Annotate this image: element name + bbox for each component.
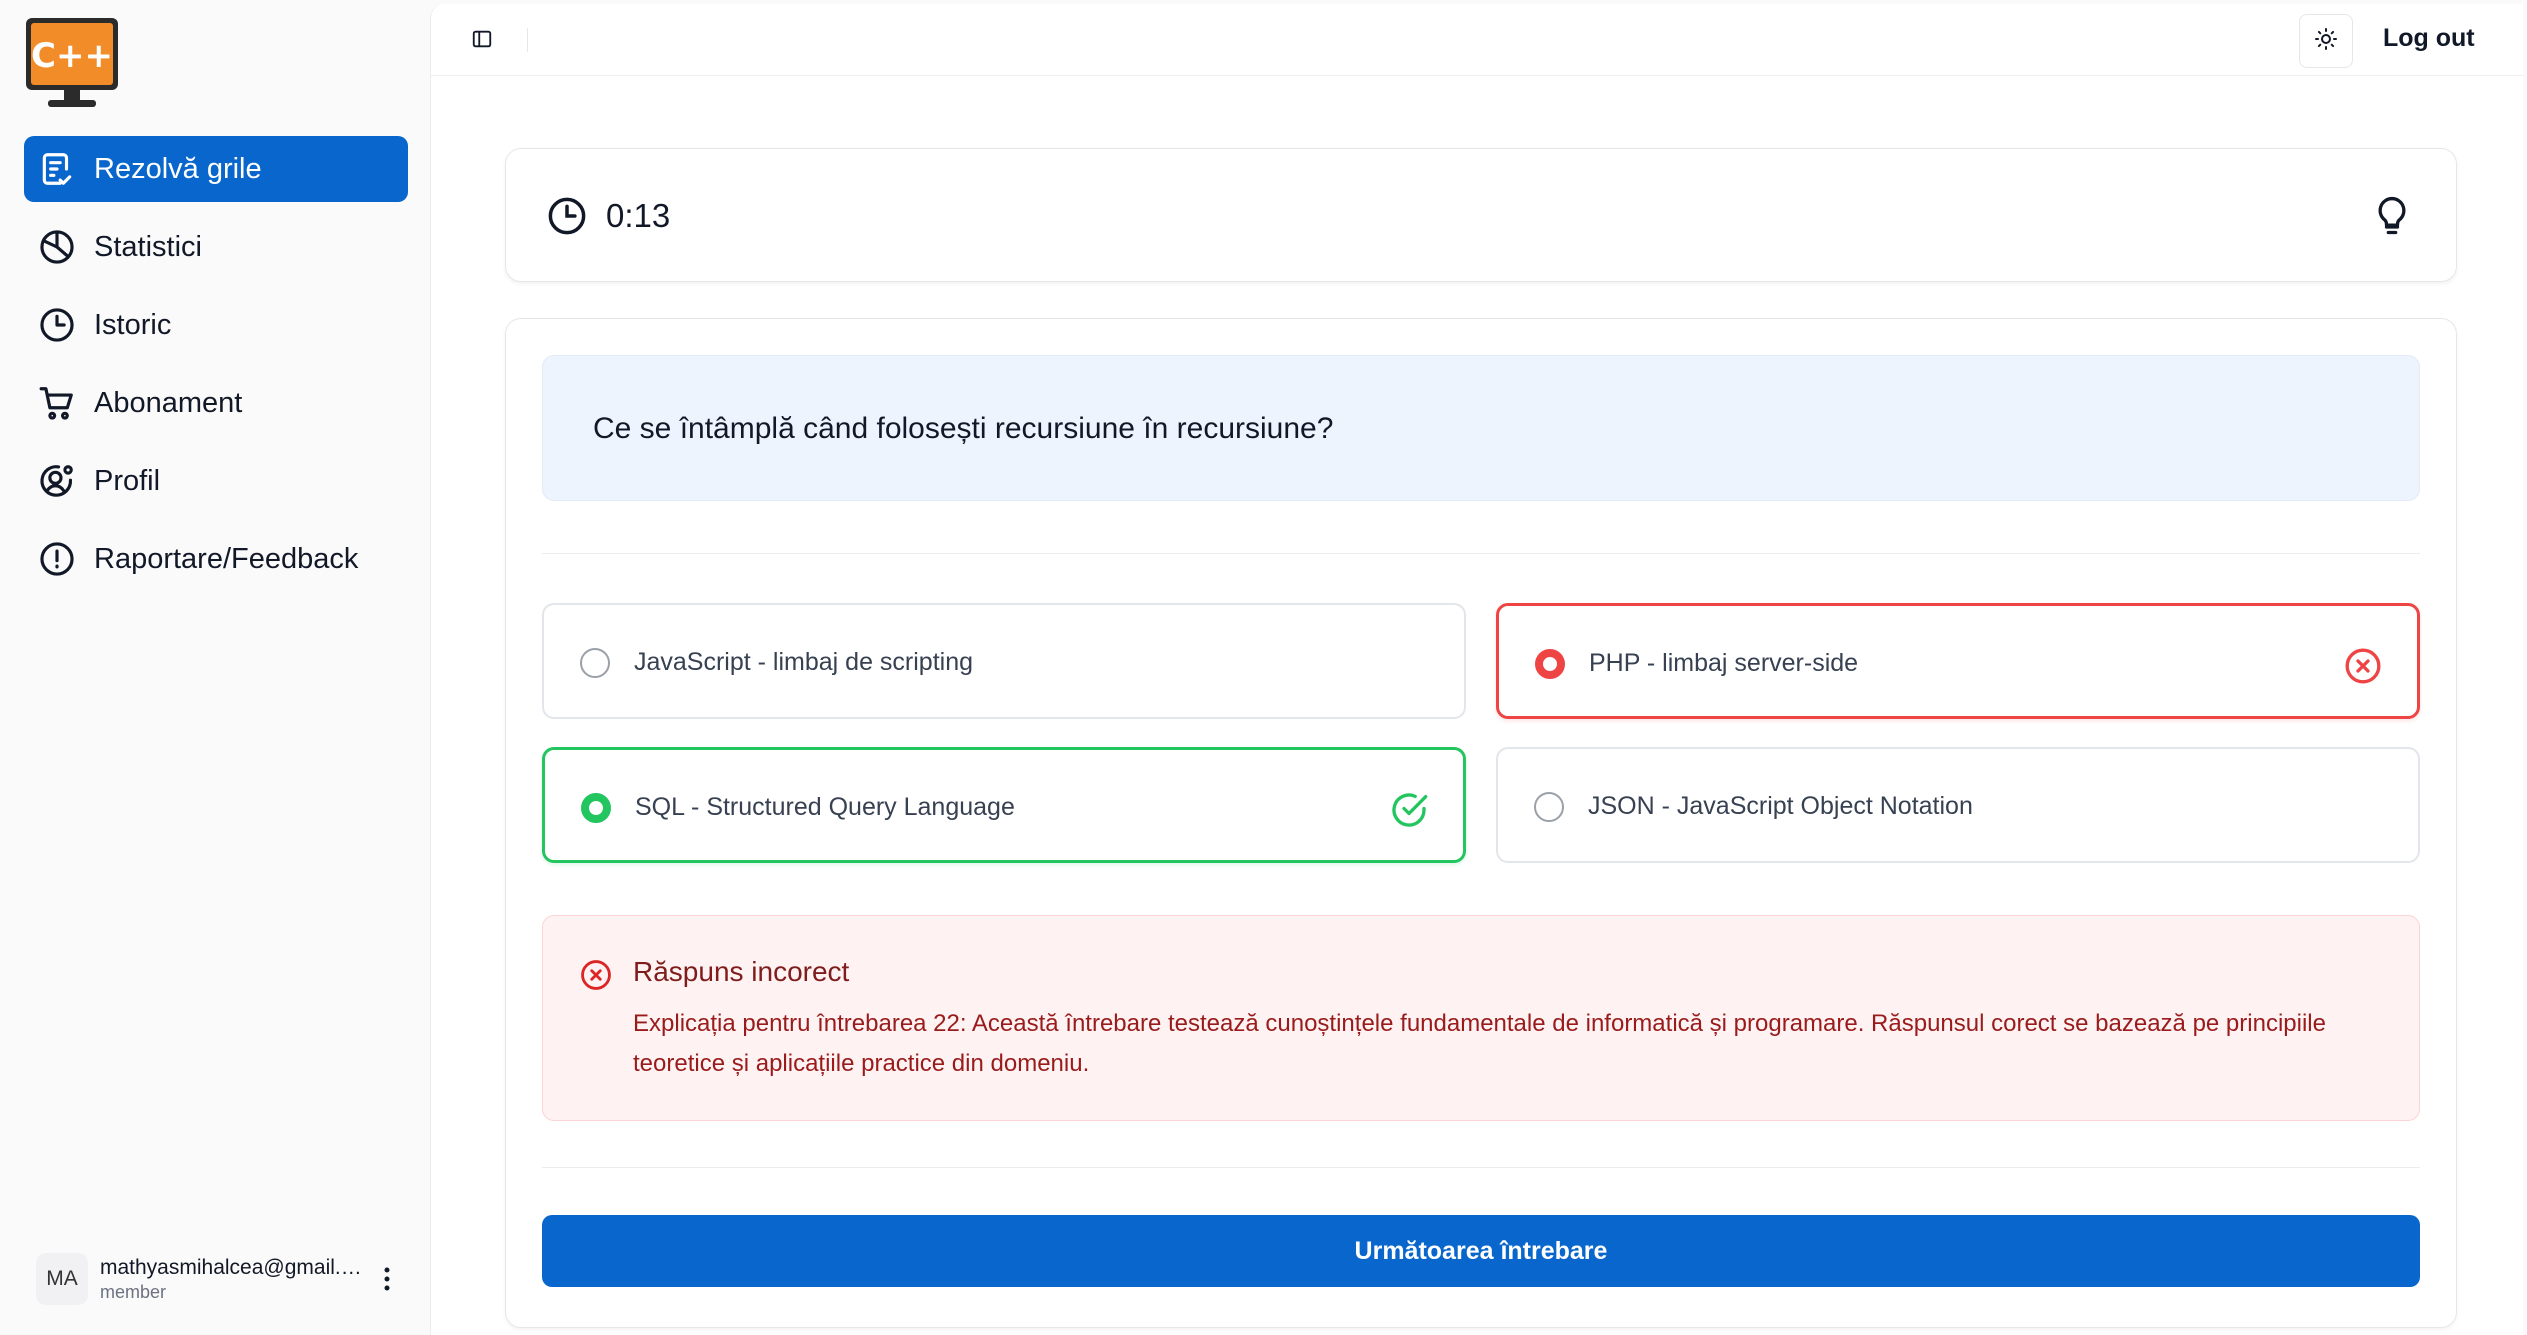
feedback-explanation: Explicația pentru întrebarea 22: Această… [633,1010,2326,1077]
sidebar-item-statistici[interactable]: Statistici [24,214,408,280]
question-text: Ce se întâmplă când folosești recursiune… [593,412,1334,445]
main-content: Log out 0:13 Ce se întâmplă când foloseș… [430,4,2524,1335]
sidebar: C++ Rezolvă grile Statistici Istoric Abo… [0,0,430,1335]
sidebar-item-label: Statistici [94,230,202,263]
timer-icon [546,195,588,237]
timer-value: 0:13 [606,197,671,234]
avatar: MA [36,1253,88,1305]
divider [542,1167,2420,1168]
divider [542,553,2420,554]
x-circle-icon [579,958,613,992]
radio-button[interactable] [1535,649,1565,679]
user-info: mathyasmihalcea@gmail.com member [100,1256,362,1303]
more-vertical-icon[interactable] [372,1259,402,1299]
sidebar-item-label: Rezolvă grile [94,152,262,185]
quiz-icon [38,150,76,188]
answer-option-4[interactable]: JSON - JavaScript Object Notation [1496,747,2420,863]
topbar-divider [527,28,528,52]
sidebar-nav: Rezolvă grile Statistici Istoric Aboname… [24,136,408,604]
next-question-button[interactable]: Următoarea întrebare [542,1215,2420,1287]
logo-text: C++ [31,36,113,76]
sun-icon [2314,27,2338,56]
sidebar-item-istoric[interactable]: Istoric [24,292,408,358]
radio-button[interactable] [580,648,610,678]
sidebar-toggle-icon[interactable] [467,24,497,54]
app-logo[interactable]: C++ [24,16,120,110]
pie-chart-icon [38,228,76,266]
sidebar-item-label: Abonament [94,386,243,419]
cart-icon [38,384,76,422]
question-card: Ce se întâmplă când folosești recursiune… [505,318,2457,1328]
user-settings-icon [38,462,76,500]
logout-button[interactable]: Log out [2383,24,2475,53]
user-profile[interactable]: MA mathyasmihalcea@gmail.com member [36,1248,406,1310]
option-label: SQL - Structured Query Language [635,793,1015,821]
sidebar-item-abonament[interactable]: Abonament [24,370,408,436]
sidebar-item-label: Profil [94,464,161,497]
sidebar-item-raportare-feedback[interactable]: Raportare/Feedback [24,526,408,592]
x-circle-icon [2343,646,2383,686]
feedback-alert: Răspuns incorect Explicația pentru între… [542,915,2420,1121]
sidebar-item-profil[interactable]: Profil [24,448,408,514]
user-email: mathyasmihalcea@gmail.com [100,1255,362,1279]
lightbulb-icon[interactable] [2370,193,2414,239]
theme-toggle-button[interactable] [2299,14,2353,68]
option-label: JSON - JavaScript Object Notation [1588,792,1973,820]
check-circle-icon [1389,790,1429,830]
user-role: member [100,1281,167,1302]
topbar: Log out [431,4,2524,76]
alert-circle-icon [38,540,76,578]
radio-button[interactable] [1534,792,1564,822]
option-label: JavaScript - limbaj de scripting [634,648,974,676]
question-box: Ce se întâmplă când folosești recursiune… [542,355,2420,501]
clock-icon [38,306,76,344]
radio-button[interactable] [581,793,611,823]
sidebar-item-rezolva-grile[interactable]: Rezolvă grile [24,136,408,202]
answer-option-1[interactable]: JavaScript - limbaj de scripting [542,603,1466,719]
feedback-title: Răspuns incorect [633,956,850,987]
sidebar-item-label: Istoric [94,308,172,341]
answer-option-3[interactable]: SQL - Structured Query Language [542,747,1466,863]
option-label: PHP - limbaj server-side [1589,649,1859,677]
sidebar-item-label: Raportare/Feedback [94,542,359,575]
answer-option-2[interactable]: PHP - limbaj server-side [1496,603,2420,719]
timer-card: 0:13 [505,148,2457,282]
